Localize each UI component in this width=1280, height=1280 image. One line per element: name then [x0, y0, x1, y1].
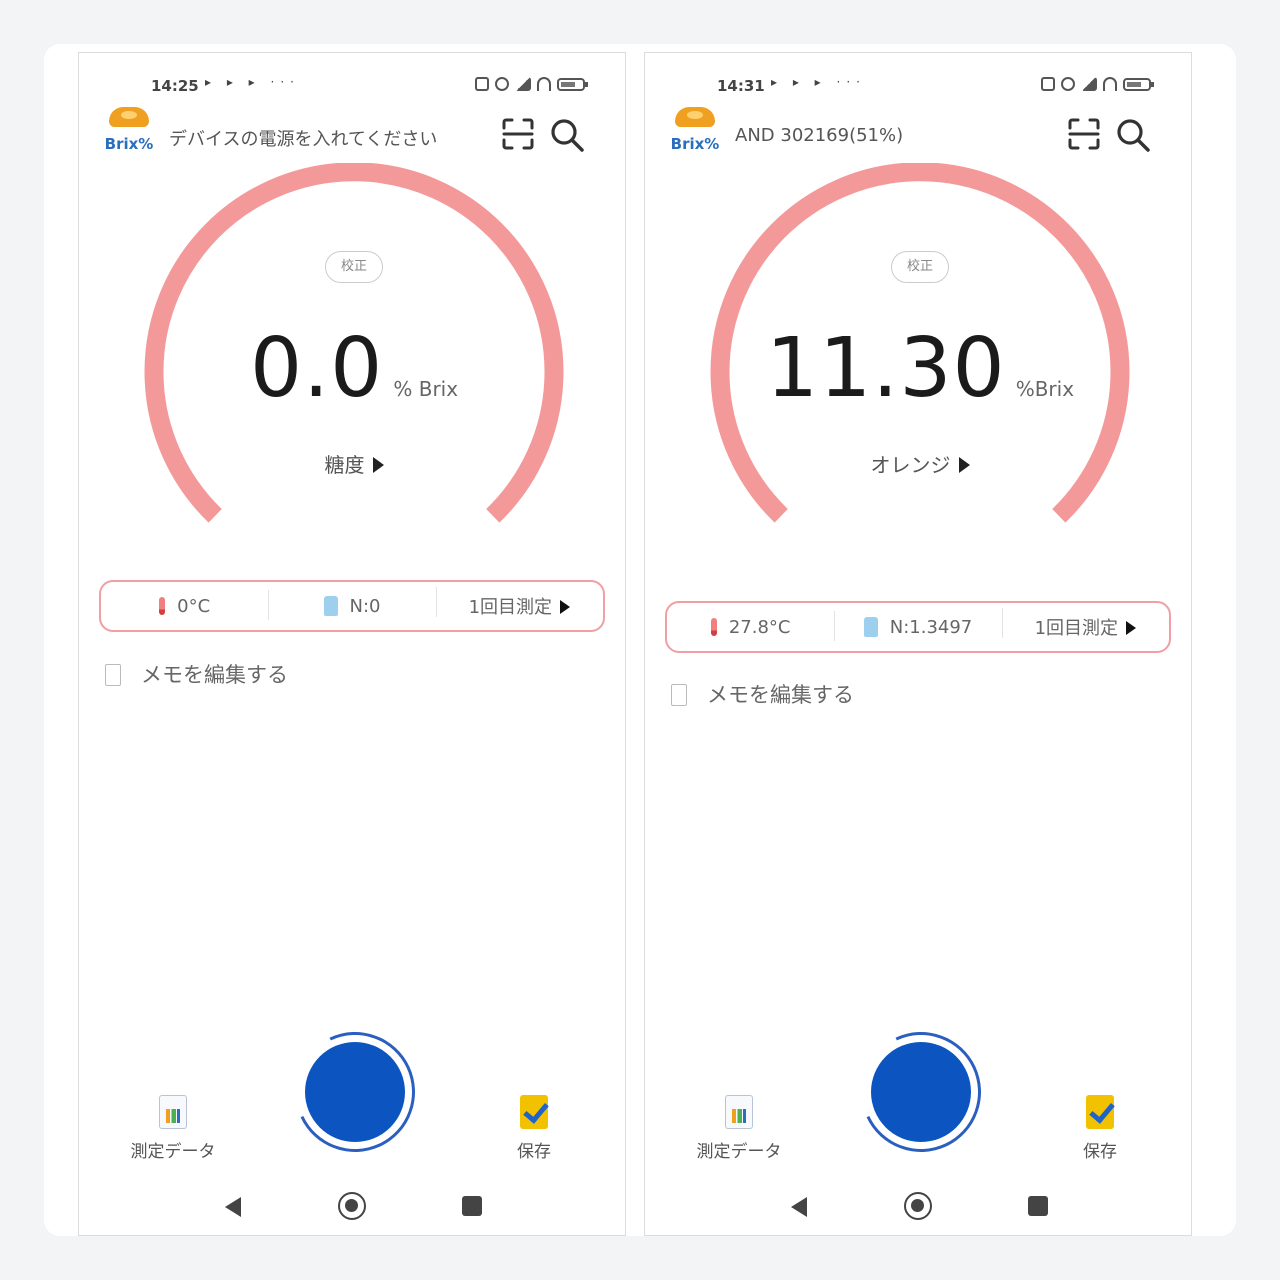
measurement-info-bar: 0°C N:0 1回目測定 [99, 580, 605, 632]
temperature-value: 0°C [177, 595, 211, 617]
phone-screen-disconnected: 14:25 ▸ ▸ ▸ ··· Brix% デバイスの電源を入れてください 校正 [78, 52, 626, 1236]
brix-unit: % Brix [393, 377, 459, 401]
recent-apps-icon[interactable] [1028, 1196, 1048, 1216]
category-label: 糖度 [324, 453, 365, 477]
play-arrow-icon [560, 600, 571, 614]
home-icon[interactable] [904, 1192, 932, 1220]
calibrate-button[interactable]: 校正 [325, 251, 383, 283]
brix-logo: Brix% [103, 105, 155, 155]
measurement-data-button[interactable]: 測定データ [689, 1095, 789, 1162]
play-arrow-icon [1126, 621, 1137, 635]
n-value: N:0 [349, 595, 381, 617]
app-header: Brix% AND 302169(51%) [645, 103, 1191, 163]
n-value-cell: N:1.3497 [834, 610, 1001, 641]
save-button[interactable]: 保存 [1065, 1095, 1135, 1162]
category-label: オレンジ [870, 453, 951, 477]
memo-icon [105, 664, 121, 686]
edit-memo-link[interactable]: メモを編集する [105, 659, 288, 689]
save-button[interactable]: 保存 [499, 1095, 569, 1162]
search-icon[interactable] [549, 117, 585, 153]
system-navigation-bar [645, 1187, 1191, 1227]
measure-button[interactable] [844, 1015, 998, 1169]
wifi-icon [537, 77, 551, 91]
memo-label: メモを編集する [141, 663, 288, 687]
logo-text: Brix% [670, 135, 720, 153]
temperature-cell: 27.8°C [667, 617, 834, 638]
search-icon[interactable] [1115, 117, 1151, 153]
alarm-icon [1061, 77, 1075, 91]
status-notification-icons: ▸ ▸ ▸ ··· [771, 75, 866, 89]
memo-icon [671, 684, 687, 706]
back-icon[interactable] [225, 1197, 241, 1217]
nfc-icon [475, 77, 489, 91]
brix-value: 11.30 [765, 321, 1006, 416]
nfc-icon [1041, 77, 1055, 91]
play-arrow-icon [372, 457, 384, 473]
bottle-icon [863, 616, 878, 637]
edit-memo-link[interactable]: メモを編集する [671, 679, 854, 709]
recent-apps-icon[interactable] [462, 1196, 482, 1216]
temperature-value: 27.8°C [728, 616, 791, 638]
scan-icon[interactable] [1067, 117, 1101, 151]
temperature-cell: 0°C [101, 596, 268, 617]
play-arrow-icon [958, 457, 970, 473]
measurement-data-label: 測定データ [130, 1142, 216, 1162]
brix-unit: %Brix [1015, 377, 1075, 401]
save-label: 保存 [1083, 1142, 1117, 1162]
scan-icon[interactable] [501, 117, 535, 151]
measurement-count-cell[interactable]: 1回目測定 [435, 587, 603, 619]
reading: 11.30 %Brix [705, 321, 1135, 416]
alarm-icon [495, 77, 509, 91]
save-label: 保存 [517, 1142, 551, 1162]
measurement-data-button[interactable]: 測定データ [123, 1095, 223, 1162]
battery-icon [1123, 77, 1154, 91]
battery-icon [557, 77, 588, 91]
measure-button-core [305, 1042, 405, 1142]
thermometer-icon [710, 617, 717, 636]
status-time: 14:25 [151, 77, 199, 95]
measurement-count-cell[interactable]: 1回目測定 [1001, 608, 1169, 640]
device-status-title: AND 302169(51%) [735, 125, 904, 146]
status-bar: 14:25 ▸ ▸ ▸ ··· [79, 75, 625, 99]
status-notification-icons: ▸ ▸ ▸ ··· [205, 75, 300, 89]
chart-data-icon [159, 1095, 187, 1129]
chart-data-icon [725, 1095, 753, 1129]
brix-gauge: 校正 0.0 % Brix 糖度 [139, 163, 569, 523]
brix-value: 0.0 [249, 321, 384, 416]
measurement-count: 1回目測定 [1034, 618, 1119, 639]
app-header: Brix% デバイスの電源を入れてください [79, 103, 625, 163]
save-check-icon [520, 1095, 548, 1129]
brix-gauge: 校正 11.30 %Brix オレンジ [705, 163, 1135, 523]
measurement-count: 1回目測定 [468, 597, 553, 618]
phone-screen-connected: 14:31 ▸ ▸ ▸ ··· Brix% AND 302169(51%) 校正 [644, 52, 1192, 1236]
signal-icon [515, 77, 531, 91]
measurement-info-bar: 27.8°C N:1.3497 1回目測定 [665, 601, 1171, 653]
back-icon[interactable] [791, 1197, 807, 1217]
status-right-icons [475, 77, 588, 91]
home-icon[interactable] [338, 1192, 366, 1220]
logo-text: Brix% [104, 135, 154, 153]
thermometer-icon [159, 596, 166, 615]
save-check-icon [1086, 1095, 1114, 1129]
reading: 0.0 % Brix [139, 321, 569, 416]
bottle-icon [323, 595, 338, 616]
system-navigation-bar [79, 1187, 625, 1227]
measure-button-core [871, 1042, 971, 1142]
n-value: N:1.3497 [889, 616, 973, 638]
measurement-data-label: 測定データ [696, 1142, 782, 1162]
calibrate-button[interactable]: 校正 [891, 251, 949, 283]
status-time: 14:31 [717, 77, 765, 95]
measure-button[interactable] [278, 1015, 432, 1169]
category-selector[interactable]: 糖度 [139, 449, 569, 478]
status-bar: 14:31 ▸ ▸ ▸ ··· [645, 75, 1191, 99]
memo-label: メモを編集する [707, 683, 854, 707]
brix-logo: Brix% [669, 105, 721, 155]
device-status-title: デバイスの電源を入れてください [169, 129, 438, 150]
signal-icon [1081, 77, 1097, 91]
wifi-icon [1103, 77, 1117, 91]
status-right-icons [1041, 77, 1154, 91]
category-selector[interactable]: オレンジ [705, 449, 1135, 478]
n-value-cell: N:0 [268, 589, 435, 620]
